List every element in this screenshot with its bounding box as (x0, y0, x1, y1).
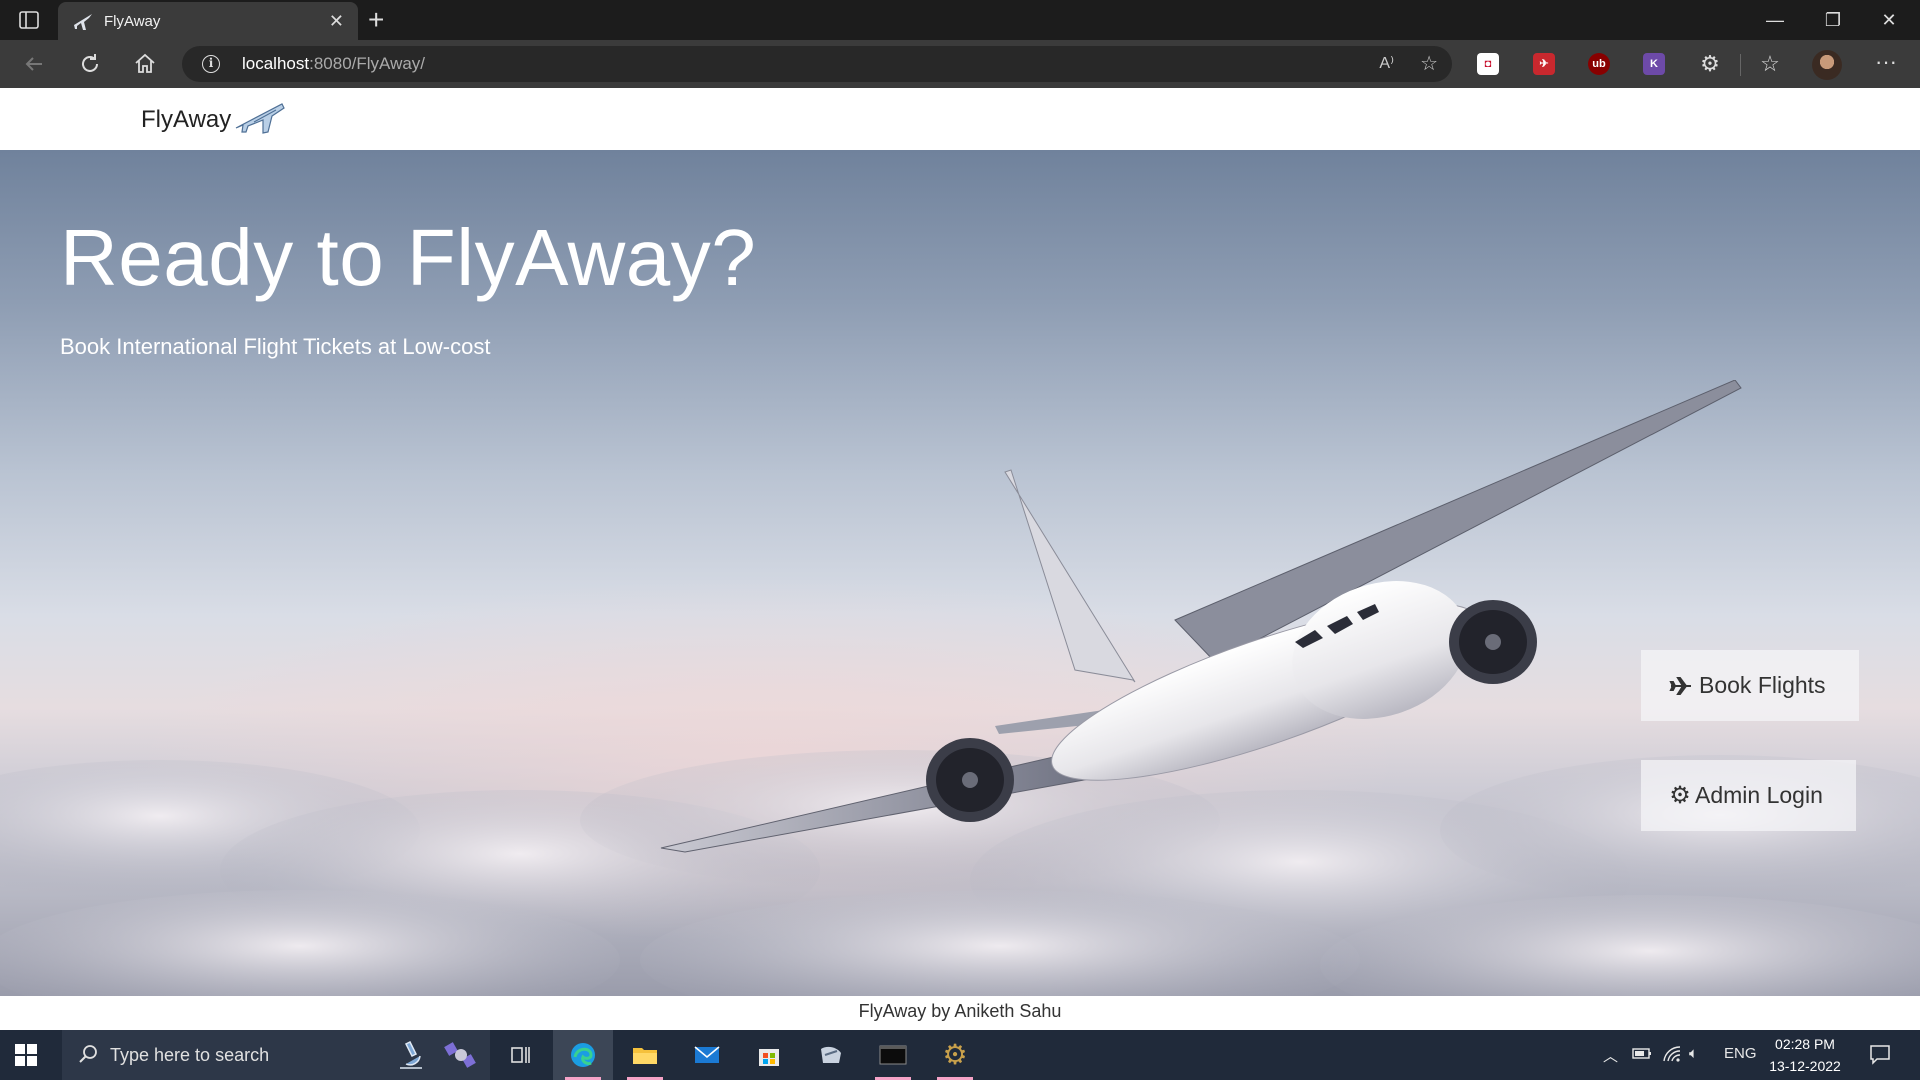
ublock-extension-icon[interactable]: ub (1588, 53, 1610, 75)
gear-icon: ⚙ (1669, 781, 1691, 809)
toolbar-divider (1740, 54, 1741, 76)
home-icon[interactable] (131, 50, 159, 78)
page-viewport: FlyAway Ready to FlyAway? Book Internati… (0, 88, 1920, 1030)
satellite-icon (442, 1036, 480, 1074)
hero-subline: Book International Flight Tickets at Low… (60, 334, 491, 359)
tab-actions-icon[interactable] (16, 8, 42, 32)
minimize-icon[interactable]: — (1752, 6, 1798, 34)
clock-time: 02:28 PM (1775, 1036, 1835, 1052)
browser-tabstrip: FlyAway ✕ + — ❐ ✕ (0, 0, 1920, 40)
read-aloud-icon[interactable]: A⁾ (1379, 53, 1394, 73)
address-bar[interactable]: i localhost:8080/FlyAway/ A⁾ ☆ (182, 46, 1452, 82)
footer: FlyAway by Aniketh Sahu (0, 996, 1920, 1030)
admin-login-button[interactable]: ⚙ Admin Login (1641, 760, 1856, 831)
plane-logo-icon (232, 98, 288, 138)
edge-icon[interactable] (553, 1030, 613, 1080)
wifi-icon[interactable] (1662, 1045, 1682, 1067)
search-placeholder: Type here to search (110, 1045, 270, 1065)
plane-icon (1669, 674, 1693, 698)
avatar[interactable] (1812, 50, 1842, 80)
browser-toolbar: i localhost:8080/FlyAway/ A⁾ ☆ ◘ ✈ ub K … (0, 40, 1920, 88)
k-extension-icon[interactable]: K (1643, 53, 1665, 75)
navbar: FlyAway (0, 88, 1920, 150)
hero-section: Ready to FlyAway? Book International Fli… (0, 150, 1920, 996)
windows-start-icon[interactable] (14, 1043, 38, 1067)
clock-date: 13-12-2022 (1769, 1058, 1841, 1074)
info-icon[interactable]: i (202, 55, 220, 73)
search-icon (76, 1042, 100, 1066)
url-text: localhost:8080/FlyAway/ (242, 54, 426, 73)
more-icon[interactable]: ··· (1872, 50, 1900, 78)
favorites-icon[interactable]: ☆ (1756, 50, 1784, 78)
refresh-icon[interactable] (76, 50, 104, 78)
plane-favicon (72, 11, 94, 33)
back-icon[interactable] (20, 50, 48, 78)
engine-right (1449, 600, 1537, 684)
taskbar: Type here to search ⚙ ︿ 🔈︎ ENG 02:28 PM … (0, 1030, 1920, 1080)
extensions-icon[interactable]: ⚙ (1696, 50, 1724, 78)
close-icon[interactable]: ✕ (329, 11, 344, 32)
book-flights-label: Book Flights (1699, 672, 1826, 698)
close-window-icon[interactable]: ✕ (1866, 6, 1912, 34)
book-flights-button[interactable]: Book Flights (1641, 650, 1859, 721)
microscope-icon (392, 1036, 430, 1074)
system-clock[interactable]: 02:28 PM 13-12-2022 (1762, 1033, 1848, 1077)
taskbar-search-input[interactable]: Type here to search (62, 1030, 490, 1080)
task-view-icon[interactable] (490, 1030, 550, 1080)
terminal-icon[interactable] (863, 1030, 923, 1080)
add-favorite-icon[interactable]: ☆ (1420, 51, 1438, 76)
file-explorer-icon[interactable] (615, 1030, 675, 1080)
admin-login-label: Admin Login (1695, 782, 1823, 808)
engine-left (926, 738, 1014, 822)
restore-icon[interactable]: ❐ (1810, 6, 1856, 34)
hero-headline: Ready to FlyAway? (60, 213, 757, 302)
volume-icon[interactable]: 🔈︎ (1689, 1045, 1698, 1062)
brand-name[interactable]: FlyAway (141, 106, 231, 134)
mail-icon[interactable] (677, 1030, 737, 1080)
battery-icon[interactable] (1632, 1045, 1652, 1065)
tab-title: FlyAway (104, 13, 161, 30)
chevron-up-icon[interactable]: ︿ (1603, 1045, 1618, 1066)
browser-tab[interactable]: FlyAway ✕ (58, 2, 358, 40)
new-tab-icon[interactable]: + (368, 4, 384, 36)
store-icon[interactable] (739, 1030, 799, 1080)
pocket-extension-icon[interactable]: ◘ (1477, 53, 1499, 75)
airplane-image (660, 380, 1742, 853)
language-indicator[interactable]: ENG (1724, 1045, 1757, 1062)
rocket-extension-icon[interactable]: ✈ (1533, 53, 1555, 75)
notifications-icon[interactable] (1868, 1042, 1892, 1070)
gear-icon[interactable]: ⚙ (925, 1030, 985, 1080)
mysql-workbench-icon[interactable] (801, 1030, 861, 1080)
